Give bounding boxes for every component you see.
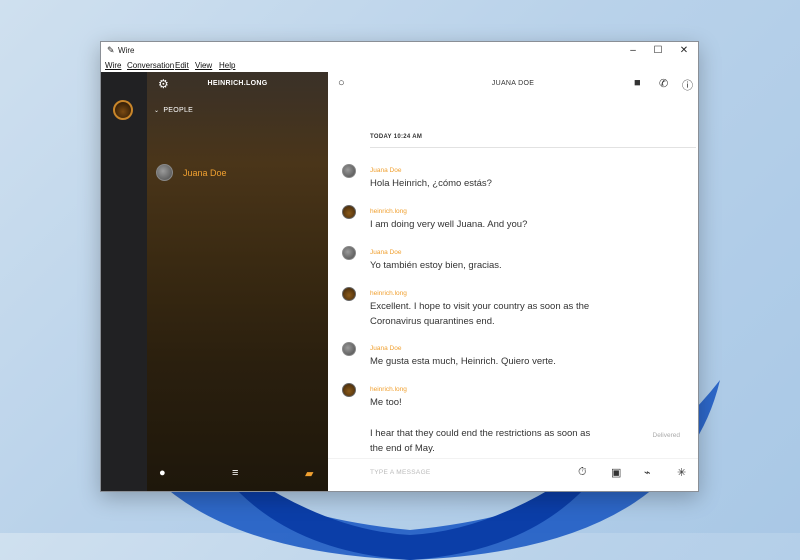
info-icon[interactable]: ⓘ — [682, 77, 693, 93]
message-author: Juana Doe — [370, 345, 402, 352]
window-title: Wire — [118, 46, 135, 55]
folder-icon[interactable]: ▰ — [305, 467, 313, 480]
avatar — [342, 205, 356, 219]
self-avatar[interactable] — [113, 100, 133, 120]
message-text: Excellent. I hope to visit your country … — [370, 301, 590, 327]
message-author: Juana Doe — [370, 167, 402, 174]
menu-view[interactable]: View — [195, 61, 212, 70]
video-call-icon[interactable]: ■ — [634, 77, 641, 89]
title-bar: ✎ Wire – ☐ ✕ — [101, 42, 698, 59]
close-button[interactable]: ✕ — [670, 42, 698, 59]
ping-icon[interactable]: ✳ — [677, 466, 686, 479]
attachment-icon[interactable]: ⌁ — [644, 466, 651, 479]
avatar — [156, 164, 173, 181]
minimize-button[interactable]: – — [619, 42, 647, 59]
message-text: Yo también estoy bien, gracias. — [370, 260, 502, 271]
archive-list-icon[interactable]: ≡ — [232, 467, 238, 479]
user-handle: HEINRICH.LONG — [207, 80, 268, 87]
message-author: heinrich.long — [370, 290, 407, 297]
compose-bar: TYPE A MESSAGE ⏱ ▣ ⌁ ✳ — [328, 458, 698, 491]
message-author: Juana Doe — [370, 249, 402, 256]
contact-item-juana[interactable]: Juana Doe — [156, 164, 326, 184]
chevron-down-icon: ⌄ — [154, 108, 160, 114]
message-text: Me too! — [370, 397, 402, 408]
phone-call-icon[interactable]: ✆ — [659, 77, 668, 90]
section-label: PEOPLE — [163, 107, 194, 114]
message-text: I am doing very well Juana. And you? — [370, 219, 528, 230]
message-text: Me gusta esta much, Heinrich. Quiero ver… — [370, 356, 556, 367]
menu-help[interactable]: Help — [219, 61, 235, 70]
contact-name: Juana Doe — [183, 168, 227, 178]
message-input[interactable]: TYPE A MESSAGE — [370, 469, 431, 476]
conversation-timestamp: TODAY 10:24 AM — [370, 134, 423, 140]
menu-wire[interactable]: Wire — [105, 61, 121, 70]
avatar — [342, 164, 356, 178]
sidebar-footer: ● ≡ ▰ — [147, 457, 328, 491]
message-text: Hola Heinrich, ¿cómo estás? — [370, 178, 492, 189]
avatar — [342, 287, 356, 301]
contacts-icon[interactable]: ● — [159, 467, 166, 479]
wire-logo-icon: ✎ — [107, 45, 115, 55]
app-window: ✎ Wire – ☐ ✕ Wire Conversation Edit View… — [100, 41, 699, 492]
timer-icon[interactable]: ⏱ — [578, 466, 587, 479]
message-author: heinrich.long — [370, 208, 407, 215]
people-section-header[interactable]: ⌄ PEOPLE — [154, 107, 193, 114]
divider — [370, 147, 696, 148]
message-text: I hear that they could end the restricti… — [370, 428, 591, 454]
menu-conversation[interactable]: Conversation — [127, 61, 174, 70]
conversation-list: ⚙ HEINRICH.LONG ⌄ PEOPLE Juana Doe ● ≡ ▰ — [147, 72, 328, 491]
delivery-status: Delivered — [652, 432, 680, 439]
menu-edit[interactable]: Edit — [175, 61, 189, 70]
image-icon[interactable]: ▣ — [611, 466, 621, 479]
conversation-title: JUANA DOE — [491, 80, 535, 87]
maximize-button[interactable]: ☐ — [644, 42, 672, 59]
message-author: heinrich.long — [370, 386, 407, 393]
menu-bar: Wire Conversation Edit View Help — [101, 59, 698, 72]
account-rail — [101, 72, 147, 491]
avatar — [342, 383, 356, 397]
conversation-view: ○ JUANA DOE ■ ✆ ⓘ TODAY 10:24 AM Juana D… — [328, 72, 698, 491]
avatar — [342, 246, 356, 260]
avatar — [342, 342, 356, 356]
